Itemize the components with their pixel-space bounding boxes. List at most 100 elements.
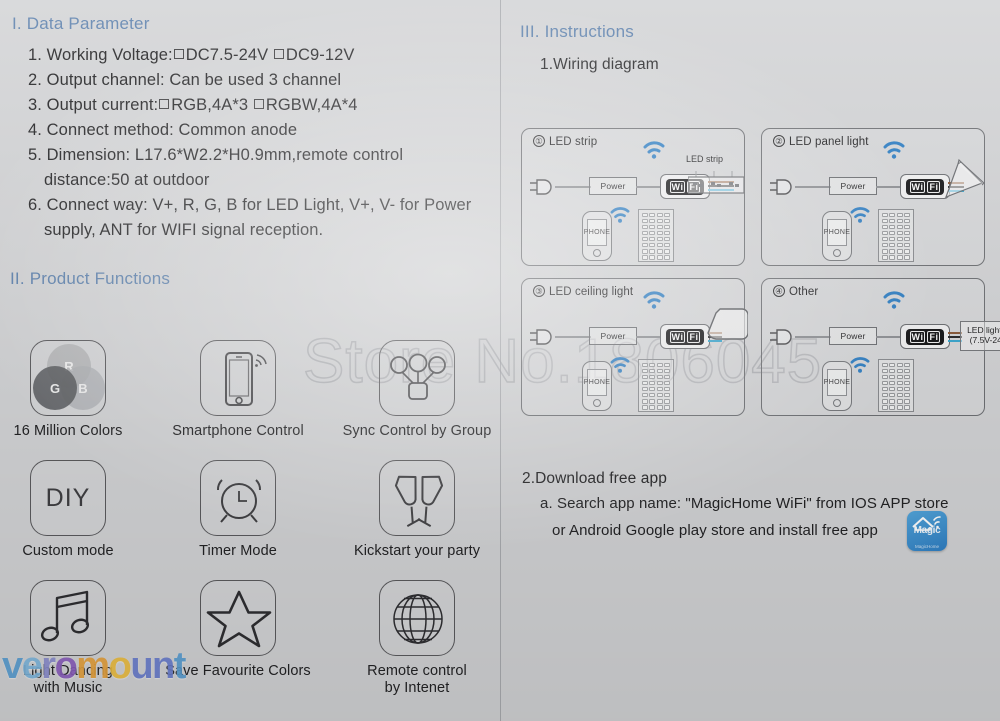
instructions-step-2: 2.Download free app	[522, 470, 667, 487]
data-param-item-5: 5. Dimension: L17.6*W2.2*H0.9mm,remote c…	[28, 146, 403, 165]
diy-icon: DIY	[30, 460, 106, 536]
function-item-timer-mode: Timer Mode	[158, 460, 318, 560]
led-ceiling-light-icon	[707, 308, 748, 340]
item-text: Working Voltage:	[46, 46, 173, 64]
function-item-light-dancing-with-music: Light Dancing with Music	[0, 580, 148, 697]
checkbox-rgb[interactable]	[159, 99, 170, 109]
led-strip-icon	[688, 171, 744, 194]
power-plug-icon	[530, 179, 552, 195]
diagram-number: ②	[773, 135, 785, 147]
wire-plug-to-power	[555, 336, 591, 338]
diagram-title-text: LED panel light	[789, 136, 869, 148]
phone-icon: PHONE	[582, 211, 612, 261]
power-plug-icon	[770, 179, 792, 195]
diagram-number: ④	[773, 285, 785, 297]
app-icon-text: Magic	[913, 525, 941, 536]
wire-plug-to-power	[555, 186, 591, 188]
function-item-kickstart-your-party: Kickstart your party	[337, 460, 497, 560]
diagram-title-text: LED strip	[549, 136, 598, 148]
phone-screen-label: PHONE	[824, 369, 850, 396]
wifi-signal-icon	[883, 291, 905, 309]
item-option-1: RGB,4A*3	[171, 96, 249, 114]
load-label: LED strip	[686, 154, 724, 164]
function-item-custom-mode: DIY Custom mode	[0, 460, 148, 560]
phone-screen-label: PHONE	[584, 219, 610, 246]
remote-control-icon	[638, 359, 674, 412]
item-text: Dimension: L17.6*W2.2*H0.9mm,remote cont…	[46, 146, 404, 164]
function-label: Sync Control by Group	[342, 423, 492, 439]
wire-power-to-controller	[636, 336, 662, 338]
phone-icon: PHONE	[582, 361, 612, 411]
wifi-label-part-2: Fi	[927, 330, 941, 343]
wire-plug-to-power	[795, 186, 831, 188]
item-text: Output current:	[46, 96, 159, 114]
wiring-diagram-led-ceiling-light: ③ LED ceiling light Power Wi Fi PHONE	[521, 278, 748, 416]
power-supply-box: Power	[589, 177, 637, 195]
section-heading-instructions: III. Instructions	[520, 22, 634, 41]
remote-control-icon	[878, 209, 914, 262]
wifi-signal-icon	[883, 141, 905, 159]
diagram-number: ①	[533, 135, 545, 147]
disc-green: G	[33, 366, 77, 410]
globe-icon	[379, 580, 455, 656]
data-param-item-2: 2. Output channel: Can be used 3 channel	[28, 71, 341, 90]
power-supply-box: Power	[829, 177, 877, 195]
function-label: Save Favourite Colors	[165, 663, 311, 679]
data-param-item-3: 3. Output current: RGB,4A*3 RGBW,4A*4	[28, 96, 358, 115]
item-option-2: DC9-12V	[285, 46, 355, 64]
wiring-diagram-led-strip: ①LED strip Power WiFi LED strip	[521, 128, 745, 266]
item-number: 3.	[28, 96, 42, 114]
item-number: 2.	[28, 71, 42, 89]
led-panel-light-icon	[944, 158, 985, 199]
data-param-item-1: 1. Working Voltage: DC7.5-24V DC9-12V	[28, 46, 354, 65]
power-plug-icon	[530, 329, 552, 345]
function-label: Timer Mode	[199, 543, 277, 559]
data-param-item-4: 4. Connect method: Common anode	[28, 121, 297, 140]
wiring-diagram-led-panel-light: ② LED panel light Power Wi Fi PHONE	[761, 128, 985, 266]
magichome-app-icon[interactable]: Magic MagicHome	[907, 511, 947, 551]
power-plug-icon	[770, 329, 792, 345]
item-text: Output channel: Can be used 3 channel	[46, 71, 342, 89]
diagram-title: ② LED panel light	[773, 135, 869, 148]
section-heading-data-parameter: I. Data Parameter	[12, 14, 150, 33]
diagram-title: ④ Other	[773, 285, 818, 298]
wire-plug-to-power	[795, 336, 831, 338]
diagram-title-text: LED ceiling light	[549, 286, 634, 298]
wifi-signal-icon	[643, 291, 665, 309]
checkbox-dc9-12v[interactable]	[273, 49, 284, 59]
data-param-item-6: 6. Connect way: V+, R, G, B for LED Ligh…	[28, 196, 471, 215]
wire-power-to-controller	[876, 186, 902, 188]
function-label: Remote control by Intenet	[367, 663, 467, 697]
wire-power-to-controller	[876, 336, 902, 338]
function-label: Light Dancing with Music	[23, 663, 113, 697]
checkbox-dc75-24v[interactable]	[173, 49, 184, 59]
wifi-label-part-1: Wi	[909, 330, 926, 343]
diagram-title: ③ LED ceiling light	[533, 285, 633, 298]
music-note-icon	[30, 580, 106, 656]
remote-control-icon	[638, 209, 674, 262]
phone-home-button	[593, 399, 601, 407]
phone-screen-label: PHONE	[824, 219, 850, 246]
phone-icon: PHONE	[822, 361, 852, 411]
checkbox-rgbw[interactable]	[253, 99, 264, 109]
item-number: 4.	[28, 121, 42, 139]
wire-power-to-controller	[636, 186, 662, 188]
alarm-clock-icon	[200, 460, 276, 536]
function-label: Kickstart your party	[353, 543, 481, 559]
load-label-box: LED lighting (7.5V-24V)	[960, 321, 1000, 351]
function-item-save-favourite-colors: Save Favourite Colors	[158, 580, 318, 680]
wifi-controller-label: WiFi	[905, 328, 945, 345]
item-text: Connect method: Common anode	[46, 121, 298, 139]
function-item-remote-control-by-internet: Remote control by Intenet	[337, 580, 497, 697]
section-heading-product-functions: II. Product Functions	[10, 269, 171, 288]
phone-home-button	[833, 399, 841, 407]
wifi-signal-icon	[643, 141, 665, 159]
item-number: 1.	[28, 46, 42, 64]
data-param-item-6-cont: supply, ANT for WIFI signal reception.	[44, 221, 324, 239]
champagne-glasses-icon	[379, 460, 455, 536]
instructions-step-1: 1.Wiring diagram	[540, 56, 659, 73]
function-label: Smartphone Control	[172, 423, 304, 439]
data-param-item-5-cont: distance:50 at outdoor	[44, 171, 210, 189]
wiring-diagram-other: ④ Other Power WiFi LED lighting (7.5V-24V…	[761, 278, 1000, 416]
function-item-smartphone-control: Smartphone Control	[158, 340, 318, 440]
